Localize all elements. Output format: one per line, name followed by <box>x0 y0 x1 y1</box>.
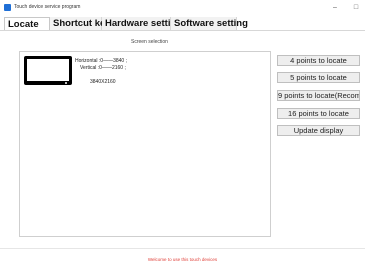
maximize-icon[interactable]: □ <box>351 3 361 13</box>
tab-locate[interactable]: Locate <box>4 17 50 30</box>
status-divider <box>0 248 365 249</box>
vertical-range: Vertical :0——2160 ; <box>80 65 126 71</box>
monitor-display-area <box>27 59 69 81</box>
locate-9-points-button[interactable]: 9 points to locate(Recommend) <box>277 90 360 101</box>
screen-selection-label: Screen selection <box>131 39 168 45</box>
monitor-power-dot <box>65 82 67 84</box>
status-message: Welcome to use this touch devices <box>147 257 218 262</box>
horizontal-range: Horizontal :0——3840 ; <box>75 58 127 64</box>
locate-4-points-button[interactable]: 4 points to locate <box>277 55 360 66</box>
tab-shortcut-key[interactable]: Shortcut key <box>50 17 111 30</box>
resolution-label: 3840X2160 <box>90 79 116 85</box>
tab-software-setting[interactable]: Software setting <box>171 17 248 30</box>
monitor-screen <box>24 56 72 85</box>
tab-bar: Locate Shortcut key Hardware setting Sof… <box>0 16 365 31</box>
tab-hardware-setting[interactable]: Hardware setting <box>102 17 182 30</box>
title-bar: Touch device service program – □ <box>0 0 365 16</box>
update-display-button[interactable]: Update display <box>277 125 360 136</box>
monitor-icon[interactable] <box>24 56 72 90</box>
minimize-icon[interactable]: – <box>330 3 340 13</box>
window-title: Touch device service program <box>14 4 81 10</box>
app-icon <box>4 4 11 11</box>
locate-16-points-button[interactable]: 16 points to locate <box>277 108 360 119</box>
locate-5-points-button[interactable]: 5 points to locate <box>277 72 360 83</box>
